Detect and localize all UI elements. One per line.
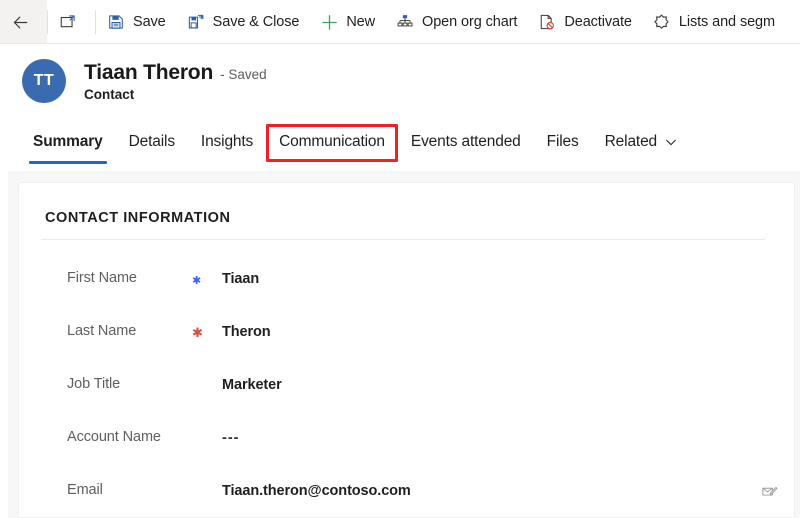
field-action-account-name bbox=[742, 429, 794, 430]
save-and-close-button-label: Save & Close bbox=[212, 14, 300, 30]
open-org-chart-button[interactable]: Open org chart bbox=[385, 0, 527, 44]
deactivate-icon bbox=[537, 12, 557, 32]
email-compose-icon bbox=[761, 483, 778, 505]
pop-out-button[interactable] bbox=[48, 0, 95, 44]
tab-communication-label: Communication bbox=[279, 133, 385, 150]
back-arrow-icon bbox=[10, 12, 30, 32]
field-row-email: Email Tiaan.theron@contoso.com bbox=[19, 469, 794, 517]
tab-files-label: Files bbox=[546, 133, 579, 150]
field-row-job-title: Job Title Marketer bbox=[19, 363, 794, 416]
save-state-text: - Saved bbox=[220, 66, 267, 82]
record-title-row: Tiaan Theron - Saved bbox=[84, 61, 267, 85]
field-label-email: Email bbox=[67, 482, 103, 498]
field-marker-email bbox=[192, 482, 222, 484]
record-title-block: Tiaan Theron - Saved Contact bbox=[84, 61, 267, 102]
lists-and-segments-button-label: Lists and segm bbox=[678, 14, 775, 30]
tab-related[interactable]: Related bbox=[592, 123, 691, 161]
field-action-first-name bbox=[742, 270, 794, 271]
tab-insights[interactable]: Insights bbox=[188, 123, 266, 161]
avatar-initials: TT bbox=[33, 72, 55, 89]
field-row-last-name: Last Name ✱ Theron bbox=[19, 310, 794, 363]
field-value-email[interactable]: Tiaan.theron@contoso.com bbox=[222, 482, 742, 499]
save-button[interactable]: Save bbox=[96, 0, 176, 44]
field-action-last-name bbox=[742, 323, 794, 324]
form-tab-bar: Summary Details Insights Communication E… bbox=[0, 123, 800, 165]
section-title: CONTACT INFORMATION bbox=[45, 210, 231, 226]
save-button-label: Save bbox=[133, 14, 166, 30]
page-title: Tiaan Theron bbox=[84, 60, 214, 84]
field-list: First Name ✱ Tiaan Last Name ✱ Theron Jo… bbox=[19, 257, 794, 517]
tab-events-attended[interactable]: Events attended bbox=[398, 123, 534, 161]
lists-segments-icon bbox=[652, 12, 672, 32]
required-field-marker: ✱ bbox=[192, 325, 203, 340]
contact-information-card: CONTACT INFORMATION First Name ✱ Tiaan L… bbox=[18, 182, 795, 518]
tab-files[interactable]: Files bbox=[534, 123, 592, 161]
entity-type-label: Contact bbox=[84, 86, 135, 102]
new-button[interactable]: New bbox=[309, 0, 385, 44]
field-row-account-name: Account Name --- bbox=[19, 416, 794, 469]
field-marker-account-name bbox=[192, 429, 222, 431]
recommended-field-marker: ✱ bbox=[192, 275, 202, 287]
section-divider bbox=[41, 239, 765, 240]
avatar: TT bbox=[22, 59, 66, 103]
tab-related-label: Related bbox=[604, 133, 658, 150]
tab-details[interactable]: Details bbox=[116, 123, 188, 161]
field-value-account-name[interactable]: --- bbox=[222, 429, 742, 446]
field-row-first-name: First Name ✱ Tiaan bbox=[19, 257, 794, 310]
field-label-account-name: Account Name bbox=[67, 429, 161, 445]
deactivate-button[interactable]: Deactivate bbox=[527, 0, 642, 44]
new-button-label: New bbox=[346, 14, 376, 30]
tab-summary-label: Summary bbox=[33, 133, 103, 150]
pop-out-icon bbox=[58, 12, 78, 32]
field-value-job-title[interactable]: Marketer bbox=[222, 376, 742, 393]
field-label-job-title: Job Title bbox=[67, 376, 121, 392]
save-and-close-icon bbox=[186, 12, 206, 32]
back-button[interactable] bbox=[0, 0, 47, 44]
open-org-chart-button-label: Open org chart bbox=[422, 14, 518, 30]
tab-details-label: Details bbox=[128, 133, 175, 150]
field-label-first-name: First Name bbox=[67, 270, 137, 286]
lists-and-segments-button[interactable]: Lists and segm bbox=[642, 0, 785, 44]
field-label-last-name: Last Name bbox=[67, 323, 137, 339]
save-icon bbox=[106, 12, 126, 32]
tab-insights-label: Insights bbox=[200, 133, 254, 150]
email-compose-button[interactable] bbox=[742, 482, 794, 505]
plus-icon bbox=[319, 12, 339, 32]
chevron-down-icon bbox=[664, 135, 678, 149]
field-value-last-name[interactable]: Theron bbox=[222, 323, 742, 340]
form-surface: CONTACT INFORMATION First Name ✱ Tiaan L… bbox=[8, 171, 800, 518]
tab-summary[interactable]: Summary bbox=[20, 123, 116, 164]
org-chart-icon bbox=[395, 12, 415, 32]
dynamics-contact-form-app: Save Save & Close New Open org chart Dea… bbox=[0, 0, 800, 518]
record-header: TT Tiaan Theron - Saved Contact bbox=[0, 50, 800, 112]
deactivate-button-label: Deactivate bbox=[564, 14, 632, 30]
field-marker-job-title bbox=[192, 376, 222, 378]
field-action-job-title bbox=[742, 376, 794, 377]
save-and-close-button[interactable]: Save & Close bbox=[176, 0, 310, 44]
command-bar: Save Save & Close New Open org chart Dea… bbox=[0, 0, 800, 44]
tab-communication[interactable]: Communication bbox=[266, 123, 398, 162]
field-value-first-name[interactable]: Tiaan bbox=[222, 270, 742, 287]
tab-events-attended-label: Events attended bbox=[410, 133, 521, 150]
